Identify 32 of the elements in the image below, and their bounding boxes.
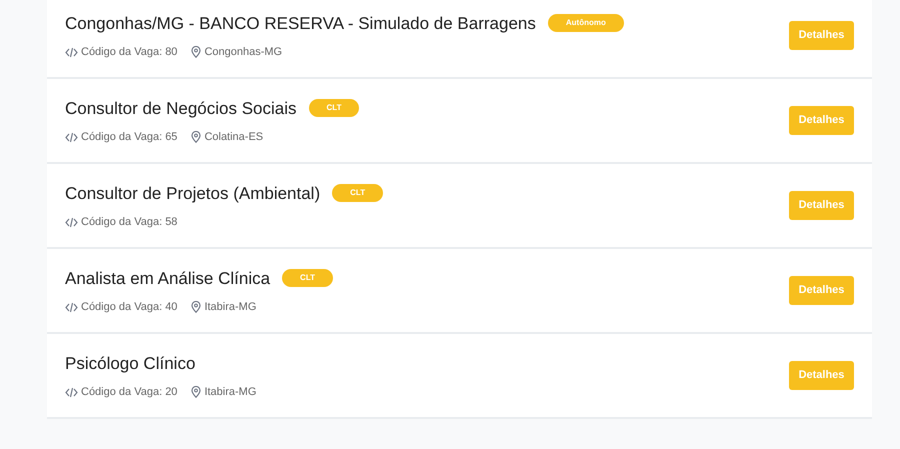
- job-code: Código da Vaga: 80: [81, 45, 178, 60]
- job-title: Consultor de Projetos (Ambiental): [65, 182, 320, 204]
- job-title: Analista em Análise Clínica: [65, 268, 270, 290]
- code-icon: [65, 46, 78, 58]
- job-location: Colatina-ES: [204, 130, 264, 145]
- job-location: Itabira-MG: [204, 385, 256, 400]
- job-code: Código da Vaga: 20: [81, 385, 178, 400]
- details-button[interactable]: Detalhes: [789, 191, 854, 220]
- job-title: Psicólogo Clínico: [65, 352, 196, 374]
- contract-badge: CLT: [282, 269, 334, 288]
- details-button[interactable]: Detalhes: [789, 361, 854, 390]
- job-location: Congonhas-MG: [204, 45, 282, 60]
- details-button[interactable]: Detalhes: [789, 106, 854, 135]
- contract-badge: CLT: [308, 99, 360, 118]
- job-title: Congonhas/MG - BANCO RESERVA - Simulado de Barragens: [65, 12, 536, 34]
- location-pin-icon: [191, 301, 202, 314]
- details-button[interactable]: Detalhes: [789, 276, 854, 305]
- location-pin-icon: [191, 386, 202, 398]
- code-icon: [65, 386, 78, 398]
- job-code: Código da Vaga: 58: [81, 215, 178, 230]
- location-pin-icon: [191, 131, 202, 144]
- job-code: Código da Vaga: 40: [81, 300, 178, 315]
- job-location: Itabira-MG: [204, 300, 256, 315]
- contract-badge: CLT: [332, 184, 384, 202]
- details-button[interactable]: Detalhes: [789, 21, 854, 50]
- location-pin-icon: [191, 46, 202, 58]
- code-icon: [65, 302, 78, 313]
- contract-badge: Autônomo: [548, 14, 624, 32]
- code-icon: [65, 216, 78, 228]
- job-title: Consultor de Negócios Sociais: [65, 98, 297, 120]
- code-icon: [65, 132, 78, 143]
- job-code: Código da Vaga: 65: [81, 130, 178, 145]
